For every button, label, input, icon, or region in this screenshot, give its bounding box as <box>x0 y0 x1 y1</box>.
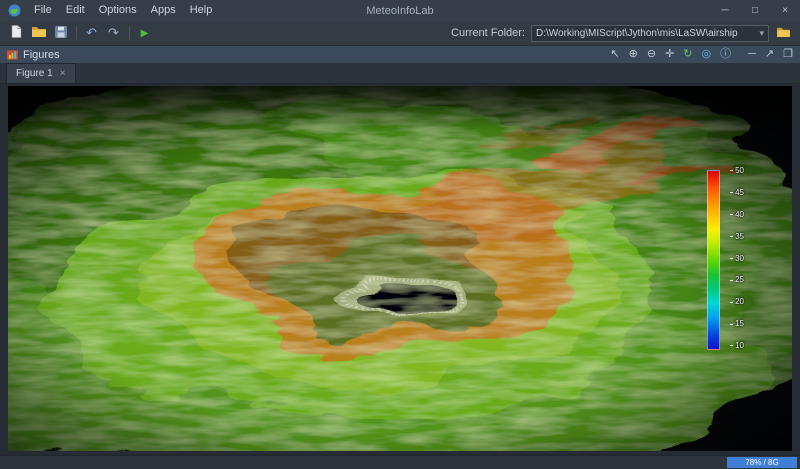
figures-panel-icon <box>7 50 18 60</box>
app-logo-icon <box>8 4 21 17</box>
panel-restore-button[interactable]: ❐ <box>783 46 793 63</box>
tool-zoom-out[interactable]: ⊖ <box>647 46 656 63</box>
tab-figure-1[interactable]: Figure 1 × <box>6 63 76 83</box>
menu-item-apps[interactable]: Apps <box>144 0 183 21</box>
panel-float-button[interactable]: ↗ <box>765 46 774 63</box>
colorbar-tick: 15 <box>730 320 744 328</box>
new-script-button[interactable] <box>6 24 27 43</box>
current-folder-path: D:\Working\MIScript\Jython\mis\LaSW\airs… <box>536 28 755 39</box>
colorbar-tick: 20 <box>730 298 744 306</box>
tool-globe[interactable]: ◎ <box>702 46 712 63</box>
minimize-button[interactable]: ─ <box>710 0 740 21</box>
titlebar: MeteoInfoLab File Edit Options Apps Help… <box>0 0 800 21</box>
menu-item-edit[interactable]: Edit <box>59 0 92 21</box>
colorbar-tick: 45 <box>730 189 744 197</box>
figure-tabbar: Figure 1 × <box>0 63 800 84</box>
statusbar: 78% / 8G <box>0 455 800 469</box>
window-controls: ─ □ × <box>710 0 800 21</box>
figures-panel-title: Figures <box>23 49 60 61</box>
menu-item-help[interactable]: Help <box>183 0 220 21</box>
new-file-icon <box>11 25 22 41</box>
menu-item-file[interactable]: File <box>27 0 59 21</box>
hurricane-volume-rendering <box>8 86 792 451</box>
toolbar-separator <box>129 26 130 40</box>
current-folder-combobox[interactable]: D:\Working\MIScript\Jython\mis\LaSW\airs… <box>531 25 769 42</box>
tab-label: Figure 1 <box>16 68 53 79</box>
current-folder-group: Current Folder: D:\Working\MIScript\Jyth… <box>451 24 794 43</box>
close-button[interactable]: × <box>770 0 800 21</box>
redo-button[interactable]: ↷ <box>103 24 124 43</box>
save-disk-icon <box>55 26 67 41</box>
tool-pan[interactable]: ✛ <box>665 46 674 63</box>
undo-button[interactable]: ↶ <box>81 24 102 43</box>
colorbar-tick: 25 <box>730 276 744 284</box>
open-file-button[interactable] <box>28 24 49 43</box>
colorbar-tick: 30 <box>730 255 744 263</box>
memory-usage-badge: 78% / 8G <box>727 457 797 468</box>
maximize-button[interactable]: □ <box>740 0 770 21</box>
redo-icon: ↷ <box>108 25 119 41</box>
figure-tools: ↖ ⊕ ⊖ ✛ ↻ ◎ ⓘ ─ ↗ ❐ <box>610 46 793 63</box>
run-script-button[interactable]: ▶ <box>134 24 155 43</box>
chevron-down-icon: ▾ <box>759 28 764 39</box>
tab-close-icon[interactable]: × <box>60 68 66 79</box>
main-toolbar: ↶ ↷ ▶ Current Folder: D:\Working\MIScrip… <box>0 21 800 46</box>
open-folder-icon <box>32 26 46 40</box>
current-folder-label: Current Folder: <box>451 27 525 39</box>
menu-item-options[interactable]: Options <box>92 0 144 21</box>
meteoinfolab-window: MeteoInfoLab File Edit Options Apps Help… <box>0 0 800 469</box>
colorbar-tick: 35 <box>730 233 744 241</box>
save-button[interactable] <box>50 24 71 43</box>
figures-panel-header: Figures ↖ ⊕ ⊖ ✛ ↻ ◎ ⓘ ─ ↗ ❐ <box>0 46 800 63</box>
figure-area: 50 45 40 35 30 25 20 15 10 <box>0 84 800 455</box>
run-icon: ▶ <box>141 28 149 39</box>
tool-rotate[interactable]: ↻ <box>683 46 692 63</box>
browse-folder-button[interactable] <box>772 24 794 43</box>
figure-canvas[interactable]: 50 45 40 35 30 25 20 15 10 <box>8 86 792 451</box>
panel-collapse-button[interactable]: ─ <box>748 46 756 63</box>
tool-identify[interactable]: ⓘ <box>720 46 731 63</box>
colorbar <box>707 170 720 350</box>
tool-zoom-in[interactable]: ⊕ <box>629 46 638 63</box>
tool-select[interactable]: ↖ <box>610 46 619 63</box>
undo-icon: ↶ <box>86 25 97 41</box>
colorbar-ticks: 50 45 40 35 30 25 20 15 10 <box>730 167 744 350</box>
colorbar-tick: 50 <box>730 167 744 175</box>
browse-folder-icon <box>777 24 790 42</box>
colorbar-tick: 40 <box>730 211 744 219</box>
colorbar-tick: 10 <box>730 342 744 350</box>
toolbar-separator <box>76 26 77 40</box>
